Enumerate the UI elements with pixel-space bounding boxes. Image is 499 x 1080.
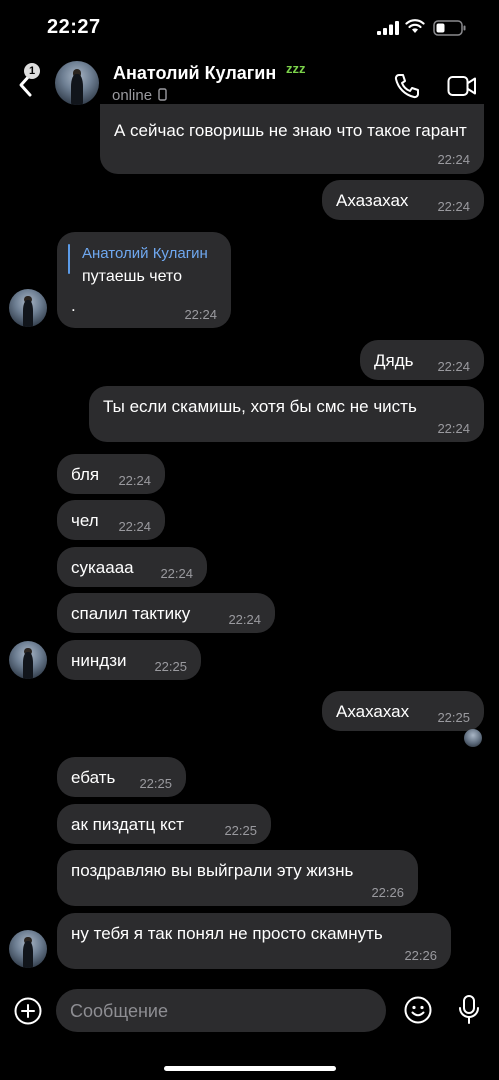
message-text: ниндзи <box>71 651 127 670</box>
message-text: спалил тактику <box>71 604 191 623</box>
unread-badge: 1 <box>24 63 40 79</box>
message-bubble-outgoing[interactable]: Ты если скамишь, хотя бы смс не чисть 22… <box>89 386 484 442</box>
message-bubble-incoming[interactable]: чел 22:24 <box>57 500 165 540</box>
message-time: 22:25 <box>139 776 172 791</box>
message-input-placeholder: Сообщение <box>70 1001 168 1021</box>
battery-icon <box>433 20 466 36</box>
contact-name[interactable]: Анатолий Кулагин <box>113 63 276 84</box>
message-bubble-outgoing[interactable]: А сейчас говоришь не знаю что такое гара… <box>100 104 484 174</box>
message-time: 22:24 <box>437 359 470 374</box>
video-camera-icon[interactable] <box>447 75 477 97</box>
message-text: поздравляю вы выйграли эту жизнь <box>71 861 354 880</box>
message-time: 22:25 <box>224 823 257 838</box>
message-text: Ахазахах <box>336 191 409 210</box>
message-time: 22:24 <box>437 421 470 436</box>
message-text: А сейчас говоришь не знаю что такое гара… <box>114 121 467 140</box>
home-indicator <box>164 1066 336 1071</box>
message-time: 22:24 <box>437 152 470 167</box>
message-bubble-incoming[interactable]: ниндзи 22:25 <box>57 640 201 680</box>
quote-accent-bar <box>68 244 70 274</box>
message-bubble-incoming[interactable]: поздравляю вы выйграли эту жизнь 22:26 <box>57 850 418 906</box>
sleep-emoji-icon: zzz <box>286 61 306 76</box>
sender-avatar[interactable] <box>9 289 47 327</box>
status-time: 22:27 <box>47 16 101 38</box>
message-time: 22:24 <box>437 199 470 214</box>
message-time: 22:24 <box>228 612 261 627</box>
sender-avatar[interactable] <box>9 641 47 679</box>
plus-circle-icon[interactable] <box>13 996 43 1026</box>
message-text: Дядь <box>374 351 414 370</box>
message-input[interactable]: Сообщение <box>56 989 386 1032</box>
message-text: . <box>71 296 76 315</box>
message-time: 22:24 <box>160 566 193 581</box>
message-text: ну тебя я так понял не просто скамнуть <box>71 924 383 943</box>
status-bar: 22:27 <box>0 0 499 55</box>
message-bubble-incoming[interactable]: спалил тактику 22:24 <box>57 593 275 633</box>
message-bubble-outgoing[interactable]: Ахазахах 22:24 <box>322 180 484 220</box>
message-bubble-incoming[interactable]: сукаааа 22:24 <box>57 547 207 587</box>
message-time: 22:26 <box>404 948 437 963</box>
quote-text: путаешь чето <box>82 268 182 285</box>
message-time: 22:24 <box>184 307 217 322</box>
message-bubble-incoming[interactable]: ак пиздатц кст 22:25 <box>57 804 271 844</box>
phone-icon[interactable] <box>393 72 421 100</box>
microphone-icon[interactable] <box>457 994 481 1026</box>
message-bubble-incoming[interactable]: бля 22:24 <box>57 454 165 494</box>
message-text: Ахахахах <box>336 702 410 721</box>
message-time: 22:25 <box>154 659 187 674</box>
mobile-device-icon <box>158 88 167 101</box>
message-text: Ты если скамишь, хотя бы смс не чисть <box>103 397 417 416</box>
message-bubble-incoming[interactable]: ну тебя я так понял не просто скамнуть 2… <box>57 913 451 969</box>
message-composer: Сообщение <box>0 980 499 1080</box>
contact-status: online <box>112 87 167 104</box>
message-text: бля <box>71 465 100 484</box>
message-time: 22:25 <box>437 710 470 725</box>
wifi-icon <box>405 19 425 33</box>
message-text: чел <box>71 511 99 530</box>
message-bubble-incoming-reply[interactable]: Анатолий Кулагин путаешь чето . 22:24 <box>57 232 231 328</box>
cellular-signal-icon <box>377 21 399 35</box>
message-bubble-incoming[interactable]: ебать 22:25 <box>57 757 186 797</box>
message-time: 22:26 <box>371 885 404 900</box>
message-text: ак пиздатц кст <box>71 815 184 834</box>
quote-author[interactable]: Анатолий Кулагин <box>82 245 208 262</box>
contact-avatar[interactable] <box>55 61 99 105</box>
message-time: 22:24 <box>118 473 151 488</box>
read-receipt-avatar <box>464 729 482 747</box>
smile-icon[interactable] <box>403 995 433 1025</box>
message-bubble-outgoing[interactable]: Ахахахах 22:25 <box>322 691 484 731</box>
message-text: ебать <box>71 768 116 787</box>
message-text: сукаааа <box>71 558 134 577</box>
message-time: 22:24 <box>118 519 151 534</box>
sender-avatar[interactable] <box>9 930 47 968</box>
message-bubble-outgoing[interactable]: Дядь 22:24 <box>360 340 484 380</box>
